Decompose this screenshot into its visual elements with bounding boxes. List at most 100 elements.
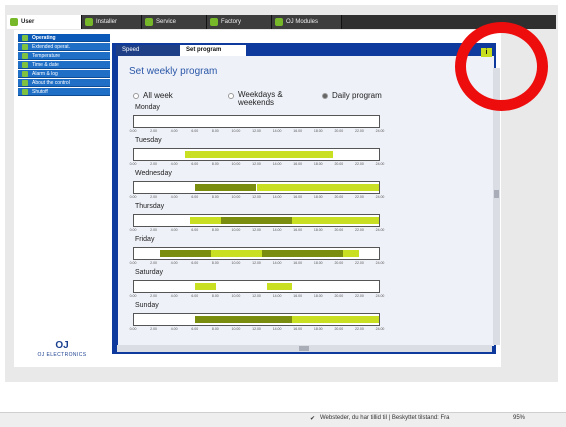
time-tick: 16.00 — [293, 162, 303, 166]
company-logo: OJ OJ ELECTRONICS — [37, 340, 87, 358]
time-tick: 18.00 — [313, 327, 323, 331]
time-tick: 24.00 — [375, 327, 385, 331]
tab-factory[interactable]: Factory — [207, 15, 272, 29]
time-tick: 18.00 — [313, 162, 323, 166]
time-tick: 20.00 — [334, 261, 344, 265]
person-icon — [22, 71, 28, 77]
time-tick: 12.00 — [252, 129, 261, 133]
horizontal-scrollbar[interactable] — [117, 345, 492, 352]
zoom-level[interactable]: 95% — [513, 415, 525, 421]
status-text: Websteder, du har tillid til | Beskyttet… — [320, 415, 450, 421]
time-tick: 14.00 — [272, 228, 282, 232]
time-tick: 10.00 — [231, 294, 241, 298]
sidebar-item-alarm-log[interactable]: Alarm & log — [18, 70, 110, 78]
time-tick: 4.00 — [170, 294, 178, 298]
time-tick: 6.00 — [191, 129, 199, 133]
time-tick: 4.00 — [170, 327, 178, 331]
sidebar-item-operating[interactable]: Operating — [18, 34, 110, 42]
day-label: Friday — [135, 236, 155, 243]
program-panel — [118, 56, 494, 346]
time-tick: 10.00 — [231, 261, 241, 265]
schedule-segment[interactable] — [256, 184, 379, 191]
time-tick: 12.00 — [252, 327, 261, 331]
schedule-segment[interactable] — [343, 250, 359, 257]
day-timeline[interactable] — [133, 181, 380, 194]
scrollbar-thumb[interactable] — [299, 346, 309, 351]
tab-user[interactable]: User — [7, 15, 82, 29]
time-tick: 4.00 — [170, 195, 178, 199]
time-axis: 0.00 2.00 4.00 6.00 8.00 10.00 12.00 14.00 16.00… — [130, 195, 385, 201]
time-tick: 24.00 — [375, 261, 385, 265]
time-tick: 22.00 — [355, 228, 364, 232]
time-tick: 10.00 — [231, 162, 241, 166]
schedule-segment[interactable] — [195, 283, 216, 290]
day-timeline[interactable] — [133, 148, 380, 161]
top-tab-bar: User Installer Service Factory OJ Module… — [7, 15, 556, 29]
time-tick: 10.00 — [231, 228, 241, 232]
time-tick: 18.00 — [313, 195, 323, 199]
time-tick: 8.00 — [211, 327, 219, 331]
radio-indicator — [228, 93, 234, 99]
sidebar: Operating Extended operat. Temperature T… — [18, 34, 110, 364]
time-axis: 0.00 2.00 4.00 6.00 8.00 10.00 12.00 14.00 16.00… — [130, 261, 385, 267]
time-tick: 2.00 — [150, 162, 157, 166]
tab-oj-modules[interactable]: OJ Modules — [272, 15, 342, 29]
schedule-segment[interactable] — [195, 184, 221, 191]
person-icon — [22, 53, 28, 59]
time-tick: 8.00 — [211, 162, 219, 166]
time-tick: 12.00 — [252, 228, 261, 232]
schedule-segment[interactable] — [195, 316, 293, 323]
time-tick: 22.00 — [355, 294, 364, 298]
page-title: Set weekly program — [129, 66, 218, 77]
time-tick: 18.00 — [313, 129, 323, 133]
time-tick: 20.00 — [334, 228, 344, 232]
time-tick: 22.00 — [355, 261, 364, 265]
day-timeline[interactable] — [133, 313, 380, 326]
day-timeline[interactable] — [133, 280, 380, 293]
schedule-segment[interactable] — [261, 250, 344, 257]
tab-installer[interactable]: Installer — [82, 15, 142, 29]
time-axis: 0.00 2.00 4.00 6.00 8.00 10.00 12.00 14.00 16.00… — [130, 294, 385, 300]
time-tick: 24.00 — [375, 162, 385, 166]
radio-all-week[interactable]: All week — [133, 91, 173, 100]
time-tick: 22.00 — [355, 327, 364, 331]
person-icon — [22, 80, 28, 86]
radio-weekdays-weekends[interactable]: Weekdays & weekends — [228, 91, 283, 107]
schedule-segment[interactable] — [159, 250, 211, 257]
time-tick: 2.00 — [150, 129, 157, 133]
day-timeline[interactable] — [133, 214, 380, 227]
time-tick: 6.00 — [191, 195, 199, 199]
time-tick: 2.00 — [150, 195, 157, 199]
schedule-segment[interactable] — [292, 316, 379, 323]
sidebar-item-about[interactable]: About the control — [18, 79, 110, 87]
time-tick: 6.00 — [191, 228, 199, 232]
sidebar-item-extended-operat[interactable]: Extended operat. — [18, 43, 110, 51]
time-tick: 2.00 — [150, 327, 157, 331]
day-label: Wednesday — [135, 170, 172, 177]
radio-daily-program[interactable]: Daily program — [322, 91, 382, 100]
sidebar-item-temperature[interactable]: Temperature — [18, 52, 110, 60]
schedule-segment[interactable] — [292, 217, 379, 224]
person-icon — [22, 44, 28, 50]
schedule-segment[interactable] — [185, 151, 334, 158]
tab-set-program[interactable]: Set program — [180, 45, 246, 56]
tab-speed[interactable]: Speed — [116, 45, 180, 56]
schedule-segment[interactable] — [210, 250, 262, 257]
schedule-segment[interactable] — [220, 184, 257, 191]
time-tick: 20.00 — [334, 162, 344, 166]
factory-icon — [210, 18, 218, 26]
tab-service[interactable]: Service — [142, 15, 207, 29]
schedule-segment[interactable] — [266, 283, 293, 290]
time-tick: 8.00 — [211, 294, 219, 298]
schedule-segment[interactable] — [190, 217, 221, 224]
scrollbar-thumb[interactable] — [494, 190, 499, 198]
status-bar: ✔ Websteder, du har tillid til | Beskytt… — [0, 412, 566, 427]
time-tick: 14.00 — [272, 129, 282, 133]
time-tick: 22.00 — [355, 162, 364, 166]
day-timeline[interactable] — [133, 115, 380, 128]
sidebar-item-shutoff[interactable]: Shutoff — [18, 88, 110, 96]
schedule-segment[interactable] — [220, 217, 293, 224]
time-tick: 6.00 — [191, 327, 199, 331]
day-timeline[interactable] — [133, 247, 380, 260]
sidebar-item-time-date[interactable]: Time & date — [18, 61, 110, 69]
